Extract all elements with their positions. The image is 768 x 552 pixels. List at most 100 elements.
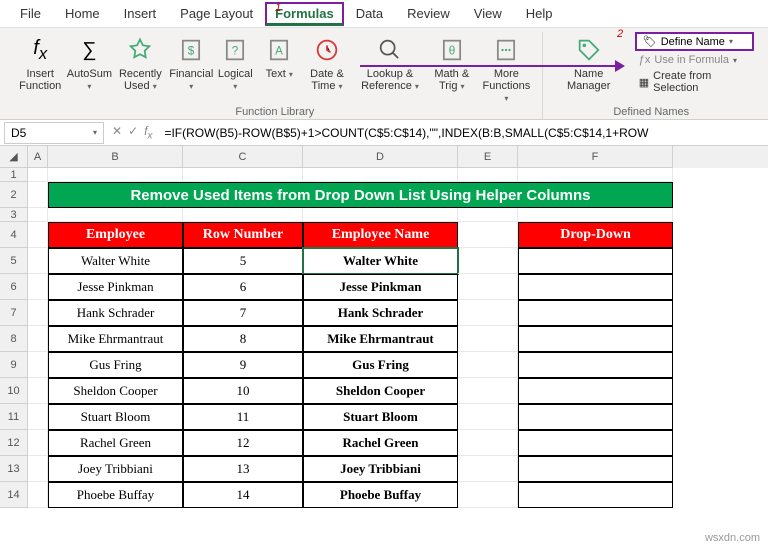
cell-employee[interactable]: Phoebe Buffay — [48, 482, 183, 508]
cell-row-number[interactable]: 11 — [183, 404, 303, 430]
cell[interactable] — [458, 430, 518, 456]
name-box[interactable]: D5 ▾ — [4, 122, 104, 144]
cell-row-number[interactable]: 6 — [183, 274, 303, 300]
row-header-12[interactable]: 12 — [0, 430, 28, 456]
row-header-4[interactable]: 4 — [0, 222, 28, 248]
col-header-c[interactable]: C — [183, 146, 303, 168]
math-trig-button[interactable]: θ Math & Trig ▾ — [428, 32, 475, 94]
menu-view[interactable]: View — [462, 2, 514, 25]
cell[interactable] — [458, 326, 518, 352]
cell[interactable] — [458, 248, 518, 274]
cell-employee[interactable]: Walter White — [48, 248, 183, 274]
cell-employee-name[interactable]: Stuart Bloom — [303, 404, 458, 430]
text-button[interactable]: A Text ▾ — [258, 32, 300, 82]
cancel-icon[interactable]: ✕ — [112, 124, 122, 141]
cell[interactable] — [458, 168, 518, 182]
cell-dropdown[interactable] — [518, 482, 673, 508]
cell-dropdown[interactable] — [518, 404, 673, 430]
row-header-14[interactable]: 14 — [0, 482, 28, 508]
col-header-b[interactable]: B — [48, 146, 183, 168]
cell-dropdown[interactable] — [518, 352, 673, 378]
cell-employee-name[interactable]: Mike Ehrmantraut — [303, 326, 458, 352]
row-header-6[interactable]: 6 — [0, 274, 28, 300]
cell[interactable] — [458, 378, 518, 404]
date-time-button[interactable]: Date & Time ▾ — [302, 32, 351, 94]
cell-dropdown[interactable] — [518, 300, 673, 326]
cell-employee[interactable]: Rachel Green — [48, 430, 183, 456]
cell[interactable] — [28, 430, 48, 456]
cell-employee[interactable]: Sheldon Cooper — [48, 378, 183, 404]
header-dropdown[interactable]: Drop-Down — [518, 222, 673, 248]
menu-file[interactable]: File — [8, 2, 53, 25]
cell[interactable] — [28, 326, 48, 352]
cell-employee-name[interactable]: Gus Fring — [303, 352, 458, 378]
cell-dropdown[interactable] — [518, 430, 673, 456]
row-header-11[interactable]: 11 — [0, 404, 28, 430]
cell-employee[interactable]: Mike Ehrmantraut — [48, 326, 183, 352]
insert-function-button[interactable]: fx Insert Function — [14, 32, 66, 94]
header-row-number[interactable]: Row Number — [183, 222, 303, 248]
cell[interactable] — [28, 482, 48, 508]
col-header-f[interactable]: F — [518, 146, 673, 168]
enter-icon[interactable]: ✓ — [128, 124, 138, 141]
cell[interactable] — [303, 208, 458, 222]
cell[interactable] — [28, 378, 48, 404]
cell[interactable] — [518, 208, 673, 222]
row-header-9[interactable]: 9 — [0, 352, 28, 378]
formula-input[interactable]: =IF(ROW(B5)-ROW(B$5)+1>COUNT(C$5:C$14),"… — [160, 124, 768, 142]
financial-button[interactable]: $ Financial ▾ — [170, 32, 212, 94]
cell[interactable] — [458, 274, 518, 300]
col-header-d[interactable]: D — [303, 146, 458, 168]
cell-dropdown[interactable] — [518, 378, 673, 404]
cell-dropdown[interactable] — [518, 456, 673, 482]
cell[interactable] — [28, 456, 48, 482]
row-header-1[interactable]: 1 — [0, 168, 28, 182]
cell[interactable] — [183, 208, 303, 222]
row-header-5[interactable]: 5 — [0, 248, 28, 274]
cell[interactable] — [28, 168, 48, 182]
sheet-title[interactable]: Remove Used Items from Drop Down List Us… — [48, 182, 673, 208]
cell-row-number[interactable]: 7 — [183, 300, 303, 326]
cell[interactable] — [458, 208, 518, 222]
col-header-e[interactable]: E — [458, 146, 518, 168]
define-name-button[interactable]: 🏷 Define Name ▾ — [635, 32, 754, 51]
menu-data[interactable]: Data — [344, 2, 395, 25]
cell[interactable] — [28, 208, 48, 222]
cell-dropdown[interactable] — [518, 326, 673, 352]
menu-page-layout[interactable]: Page Layout — [168, 2, 265, 25]
cell-row-number[interactable]: 12 — [183, 430, 303, 456]
header-employee-name[interactable]: Employee Name — [303, 222, 458, 248]
cell-employee[interactable]: Jesse Pinkman — [48, 274, 183, 300]
row-header-8[interactable]: 8 — [0, 326, 28, 352]
cell[interactable] — [458, 300, 518, 326]
col-header-a[interactable]: A — [28, 146, 48, 168]
more-functions-button[interactable]: More Functions ▾ — [477, 32, 535, 106]
cell[interactable] — [28, 274, 48, 300]
cell[interactable] — [458, 456, 518, 482]
row-header-2[interactable]: 2 — [0, 182, 28, 208]
grid-body[interactable]: Remove Used Items from Drop Down List Us… — [28, 168, 768, 508]
cell-row-number[interactable]: 5 — [183, 248, 303, 274]
row-header-13[interactable]: 13 — [0, 456, 28, 482]
cell-employee-name[interactable]: Rachel Green — [303, 430, 458, 456]
cell[interactable] — [28, 352, 48, 378]
logical-button[interactable]: ? Logical ▾ — [214, 32, 256, 94]
cell[interactable] — [458, 352, 518, 378]
fx-icon[interactable]: fx — [144, 124, 152, 141]
cell-employee-name[interactable]: Phoebe Buffay — [303, 482, 458, 508]
autosum-button[interactable]: ∑ AutoSum ▾ — [68, 32, 110, 94]
cell[interactable] — [28, 248, 48, 274]
cell[interactable] — [183, 168, 303, 182]
menu-home[interactable]: Home — [53, 2, 112, 25]
cell-employee-name[interactable]: Jesse Pinkman — [303, 274, 458, 300]
cell-employee-name[interactable]: Sheldon Cooper — [303, 378, 458, 404]
cell-dropdown[interactable] — [518, 248, 673, 274]
cell-row-number[interactable]: 13 — [183, 456, 303, 482]
cell[interactable] — [458, 482, 518, 508]
cell-employee[interactable]: Gus Fring — [48, 352, 183, 378]
cell[interactable] — [28, 300, 48, 326]
cell[interactable] — [48, 168, 183, 182]
row-header-10[interactable]: 10 — [0, 378, 28, 404]
cell[interactable] — [303, 168, 458, 182]
cell-row-number[interactable]: 14 — [183, 482, 303, 508]
